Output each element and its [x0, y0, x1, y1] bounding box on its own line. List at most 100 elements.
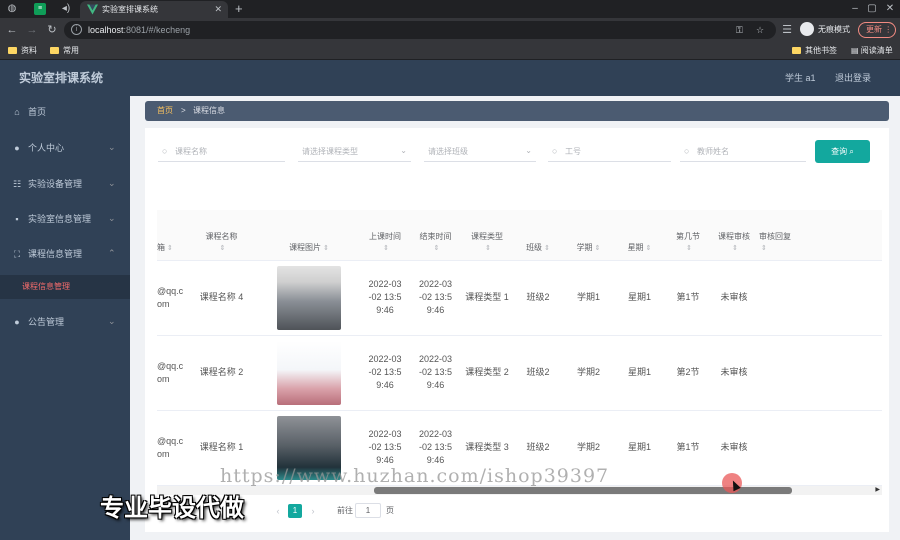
bookmark-folder-common[interactable]: 常用	[50, 45, 79, 57]
page-number[interactable]: 1	[288, 504, 302, 518]
column-header[interactable]: 箱 ⇕	[157, 210, 185, 261]
app-header: 实验室排课系统 学生 a1 退出登录	[0, 60, 900, 96]
sidebar-item-lab-info[interactable]: ▪ 实验室信息管理 ⌄	[0, 207, 130, 231]
column-header[interactable]: 课程审核 ⇕	[711, 210, 757, 261]
prev-page-icon[interactable]: ‹	[271, 504, 285, 518]
course-image[interactable]	[277, 340, 341, 405]
column-header[interactable]: 课程图片 ⇕	[258, 210, 360, 261]
sidebar-item-notice[interactable]: ● 公告管理 ⌄	[0, 310, 130, 334]
table-header-row: 箱 ⇕ 课程名称 ⇕ 课程图片 ⇕ 上课时间 ⇕ 结束时间 ⇕ 课程类型 ⇕ 班级 ⇕ 学期 ⇕…	[157, 210, 882, 261]
incognito-icon[interactable]	[800, 22, 814, 36]
logout-link[interactable]: 退出登录	[835, 73, 871, 84]
chevron-down-icon: ⌄	[108, 213, 116, 223]
scroll-right-icon[interactable]: ▶	[875, 486, 880, 495]
table-row[interactable]: @qq.c om 课程名称 2 2022-03 -02 13:5 9:46 20…	[157, 335, 882, 411]
goto-page-input[interactable]	[355, 503, 381, 518]
course-name-input[interactable]: ○ 课程名称	[158, 142, 285, 162]
info-icon[interactable]: i	[71, 24, 82, 35]
teacher-name-input[interactable]: ○ 教师姓名	[680, 142, 806, 162]
watermark-url: https://www.huzhan.com/ishop39397	[220, 465, 610, 487]
maximize-icon[interactable]: ▢	[865, 2, 879, 16]
url-input[interactable]: i localhost:8081/#/kecheng ⚿ ☆	[64, 21, 776, 39]
chevron-down-icon: ⌄	[108, 178, 116, 188]
sidebar-item-course-info[interactable]: ⛶ 课程信息管理 ⌃	[0, 242, 130, 266]
home-icon: ⌂	[14, 107, 20, 117]
address-bar-row: ← → ↻ i localhost:8081/#/kecheng ⚿ ☆ ☰ 无…	[0, 18, 900, 42]
breadcrumb-home[interactable]: 首页	[157, 106, 173, 116]
goto-label: 前往	[337, 506, 353, 515]
vue-logo-icon	[87, 4, 98, 15]
key-icon[interactable]: ⚿	[736, 25, 743, 35]
column-header[interactable]: 星期 ⇕	[614, 210, 665, 261]
tab-title: 实验室排课系统	[102, 5, 158, 14]
incognito-label: 无痕模式	[818, 25, 850, 34]
column-header[interactable]: 审核回复 ⇕	[757, 210, 882, 261]
search-icon: ○	[162, 146, 168, 156]
search-icon: ⌕	[849, 147, 854, 156]
sliders-icon: ☷	[12, 179, 22, 189]
close-tab-icon[interactable]: ✕	[214, 3, 222, 15]
chevron-down-icon: ⌄	[108, 142, 116, 152]
course-image[interactable]	[277, 265, 341, 330]
class-select[interactable]: 请选择班级 ⌄	[424, 142, 536, 162]
sidebar-item-profile[interactable]: ● 个人中心 ⌄	[0, 136, 130, 160]
breadcrumb-current: 课程信息	[193, 106, 225, 115]
sidebar-item-home[interactable]: ⌂ 首页	[0, 100, 130, 124]
user-icon: ●	[14, 317, 20, 327]
pinned-tab-icon[interactable]: ≡	[34, 3, 46, 15]
chevron-down-icon: ⌄	[525, 146, 532, 155]
chat-icon: ▪	[15, 214, 19, 224]
folder-icon	[792, 47, 801, 54]
sidebar-subitem-course-manage[interactable]: 课程信息管理	[0, 275, 130, 299]
bookmarks-bar: 资料 常用 其他书签 ▤ 阅读清单	[0, 42, 900, 60]
column-header[interactable]: 上课时间 ⇕	[360, 210, 410, 261]
bookmark-reading-list[interactable]: ▤ 阅读清单	[851, 45, 893, 57]
page-unit-label: 页	[386, 506, 394, 515]
update-button[interactable]: 更新 ⋮	[858, 22, 896, 38]
back-icon[interactable]: ←	[5, 23, 19, 37]
bookmark-other[interactable]: 其他书签	[792, 45, 837, 57]
sidebar: ⌂ 首页 ● 个人中心 ⌄ ☷ 实验设备管理 ⌄ ▪ 实验室信息管理 ⌄ ⛶ 课…	[0, 96, 130, 540]
course-table: 箱 ⇕ 课程名称 ⇕ 课程图片 ⇕ 上课时间 ⇕ 结束时间 ⇕ 课程类型 ⇕ 班级 ⇕ 学期 ⇕…	[157, 210, 882, 490]
globe-icon[interactable]: ◍	[6, 3, 18, 15]
next-page-icon[interactable]: ›	[306, 504, 320, 518]
folder-icon	[50, 47, 59, 54]
user-icon: ●	[14, 143, 20, 153]
active-tab[interactable]: 实验室排课系统 ✕	[80, 1, 228, 18]
search-icon: ○	[684, 146, 690, 156]
reload-icon[interactable]: ↻	[45, 23, 59, 37]
current-user: 学生 a1	[785, 73, 816, 83]
column-header[interactable]: 课程类型 ⇕	[461, 210, 513, 261]
new-tab-icon[interactable]: +	[235, 2, 243, 16]
star-icon[interactable]: ☆	[756, 25, 764, 35]
horizontal-scrollbar[interactable]: ▶	[157, 486, 882, 495]
sidebar-item-equipment[interactable]: ☷ 实验设备管理 ⌄	[0, 172, 130, 196]
column-header[interactable]: 结束时间 ⇕	[410, 210, 461, 261]
list-icon: ▤	[851, 46, 861, 55]
reading-list-icon[interactable]: ☰	[780, 23, 794, 37]
folder-icon	[8, 47, 17, 54]
column-header[interactable]: 第几节 ⇕	[665, 210, 711, 261]
bookmark-folder-docs[interactable]: 资料	[8, 45, 37, 57]
query-button[interactable]: 查询 ⌕	[815, 140, 870, 163]
watermark-ad: 专业毕设代做	[100, 495, 244, 522]
close-window-icon[interactable]: ✕	[883, 2, 897, 16]
table-row[interactable]: @qq.c om 课程名称 4 2022-03 -02 13:5 9:46 20…	[157, 260, 882, 336]
breadcrumb-separator: >	[181, 106, 186, 115]
search-icon: ○	[552, 146, 558, 156]
course-type-select[interactable]: 请选择课程类型 ⌄	[298, 142, 411, 162]
chevron-down-icon: ⌄	[400, 146, 407, 155]
url-text: localhost:8081/#/kecheng	[88, 25, 191, 35]
forward-icon[interactable]: →	[25, 23, 39, 37]
browser-tab-bar: ◍ ≡ ◂) 实验室排课系统 ✕ + – ▢ ✕	[0, 0, 900, 18]
breadcrumb: 首页 > 课程信息	[145, 101, 889, 121]
column-header[interactable]: 班级 ⇕	[513, 210, 563, 261]
chevron-up-icon: ⌃	[108, 248, 116, 258]
speaker-icon[interactable]: ◂)	[60, 3, 72, 15]
column-header[interactable]: 课程名称 ⇕	[185, 210, 258, 261]
chevron-down-icon: ⌄	[108, 316, 116, 326]
job-number-input[interactable]: ○ 工号	[548, 142, 671, 162]
fullscreen-icon: ⛶	[13, 249, 21, 259]
minimize-icon[interactable]: –	[848, 2, 862, 16]
column-header[interactable]: 学期 ⇕	[563, 210, 614, 261]
